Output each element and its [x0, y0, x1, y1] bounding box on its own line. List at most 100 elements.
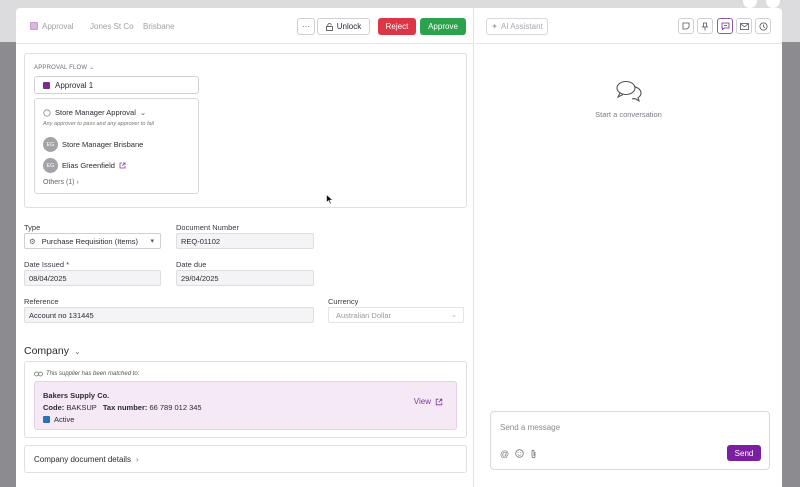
company-section-toggle[interactable]: Company ⌄ [24, 345, 81, 357]
sticky-note-icon[interactable] [678, 18, 694, 34]
ai-assistant-button[interactable]: ✦ AI Assistant [486, 18, 548, 35]
message-composer: Send a message @ Send [490, 411, 770, 470]
avatar: EG [43, 137, 58, 152]
view-supplier-link[interactable]: View [414, 397, 443, 406]
type-value: Purchase Requisition (Items) [41, 236, 139, 246]
avatar: EG [43, 158, 58, 173]
empty-chat-state: Start a conversation [475, 80, 782, 119]
mail-icon[interactable] [736, 18, 752, 34]
company-panel: This supplier has been matched to: Baker… [24, 361, 467, 438]
send-button[interactable]: Send [727, 445, 761, 461]
emoji-icon[interactable] [515, 449, 524, 458]
approval-flow-label: APPROVAL FLOW [34, 65, 88, 71]
others-label: Others (1) [43, 179, 75, 186]
ai-assistant-label: AI Assistant [500, 22, 543, 31]
stage-title: Store Manager Approval [55, 108, 136, 117]
external-link-icon [435, 398, 443, 405]
date-due-label: Date due [176, 260, 207, 269]
match-note-text: This supplier has been matched to: [46, 371, 140, 377]
approval-step-label: Approval 1 [55, 80, 94, 90]
tax-value: 66 789 012 345 [149, 403, 202, 412]
approval-flow-panel: APPROVAL FLOW ⌄ Approval 1 Store Manager… [24, 53, 467, 208]
approver-name: Store Manager Brisbane [62, 140, 144, 149]
breadcrumb-company[interactable]: Jones St Co [90, 22, 134, 31]
conversation-icon [615, 80, 642, 103]
breadcrumb-location[interactable]: Brisbane [143, 22, 175, 31]
status-text: Active [54, 415, 75, 424]
chat-icon[interactable] [717, 18, 733, 34]
reject-button[interactable]: Reject [378, 18, 416, 35]
tax-label: Tax number: [102, 403, 148, 412]
date-issued-field[interactable]: 08/04/2025 [24, 270, 161, 286]
attachment-icon[interactable] [530, 449, 537, 459]
currency-value: Australian Dollar [336, 310, 392, 320]
breadcrumb-approval[interactable]: Approval [42, 22, 74, 31]
approval-modal: Approval Jones St Co Brisbane ··· Unlock… [16, 8, 782, 487]
company-details-label: Company document details [34, 454, 131, 464]
date-issued-label: Date Issued * [24, 260, 70, 269]
composer-tools: @ [500, 449, 537, 459]
mention-icon[interactable]: @ [500, 449, 509, 459]
date-due-value: 29/04/2025 [181, 273, 219, 283]
document-toolbar: Approval Jones St Co Brisbane ··· Unlock… [16, 8, 474, 44]
date-issued-value: 08/04/2025 [29, 273, 67, 283]
type-label: Type [24, 223, 41, 232]
document-number-label: Document Number [176, 223, 239, 232]
supplier-codes: Code: BAKSUP Tax number: 66 789 012 345 [43, 403, 202, 412]
approver-name: Elias Greenfield [62, 161, 115, 170]
currency-label: Currency [328, 297, 359, 306]
lock-icon [325, 22, 333, 31]
external-link-icon[interactable] [119, 162, 126, 169]
assistant-toolbar: ✦ AI Assistant [475, 8, 782, 44]
approval-step[interactable]: Approval 1 [34, 76, 199, 94]
type-select[interactable]: ⚙ Purchase Requisition (Items) ▾ [24, 233, 161, 249]
chevron-down-icon: ⌄ [73, 346, 81, 356]
document-panel: Approval Jones St Co Brisbane ··· Unlock… [16, 8, 474, 487]
unlock-label: Unlock [336, 22, 362, 31]
stage-rule: Any approver to pass and any approver to… [43, 121, 154, 127]
empty-chat-text: Start a conversation [595, 110, 662, 119]
status-badge: Active [43, 415, 74, 424]
currency-select[interactable]: Australian Dollar ⌄ [328, 307, 464, 323]
approval-status-icon [30, 22, 38, 30]
caret-down-icon: ▾ [150, 238, 154, 245]
stage-header[interactable]: Store Manager Approval ⌄ [43, 108, 146, 117]
chevron-right-icon: › [76, 179, 79, 186]
document-number-value: REQ-01102 [181, 236, 221, 246]
company-heading: Company [24, 345, 69, 357]
company-document-details-toggle[interactable]: Company document details › [24, 445, 467, 473]
chevron-right-icon: › [135, 454, 139, 464]
assistant-panel: ✦ AI Assistant Start a conversation Send… [475, 8, 782, 487]
approver-row: EG Elias Greenfield [43, 158, 126, 173]
pending-circle-icon [43, 108, 51, 117]
approver-row: EG Store Manager Brisbane [43, 137, 143, 152]
pin-icon[interactable] [697, 18, 713, 34]
clock-icon[interactable] [755, 18, 771, 34]
send-label: Send [734, 448, 754, 458]
approval-flow-toggle[interactable]: APPROVAL FLOW ⌄ [34, 64, 94, 71]
chevron-down-icon: ⌄ [451, 312, 457, 319]
supplier-name: Bakers Supply Co. [43, 391, 110, 400]
reference-label: Reference [24, 297, 59, 306]
code-label: Code: [43, 403, 65, 412]
chevron-down-icon: ⌄ [89, 65, 95, 71]
approve-label: Approve [428, 22, 458, 31]
supplier-card: Bakers Supply Co. Code: BAKSUP Tax numbe… [34, 381, 457, 430]
status-color-icon [43, 416, 50, 423]
unlock-button[interactable]: Unlock [317, 18, 370, 35]
code-value: BAKSUP [66, 403, 97, 412]
approval-stage-card: Store Manager Approval ⌄ Any approver to… [34, 98, 199, 194]
message-input[interactable]: Send a message [500, 423, 560, 432]
view-label: View [413, 397, 431, 406]
date-due-field[interactable]: 29/04/2025 [176, 270, 314, 286]
reference-value: Account no 131445 [29, 310, 94, 320]
approve-button[interactable]: Approve [420, 18, 466, 35]
mouse-cursor-icon [326, 194, 334, 205]
document-number-field[interactable]: REQ-01102 [176, 233, 314, 249]
reference-field[interactable]: Account no 131445 [24, 307, 314, 323]
gear-icon: ⚙ [29, 236, 36, 246]
others-toggle[interactable]: Others (1) › [43, 179, 79, 186]
reject-label: Reject [385, 22, 409, 31]
more-options-button[interactable]: ··· [297, 18, 315, 35]
match-note: This supplier has been matched to: [34, 371, 139, 377]
